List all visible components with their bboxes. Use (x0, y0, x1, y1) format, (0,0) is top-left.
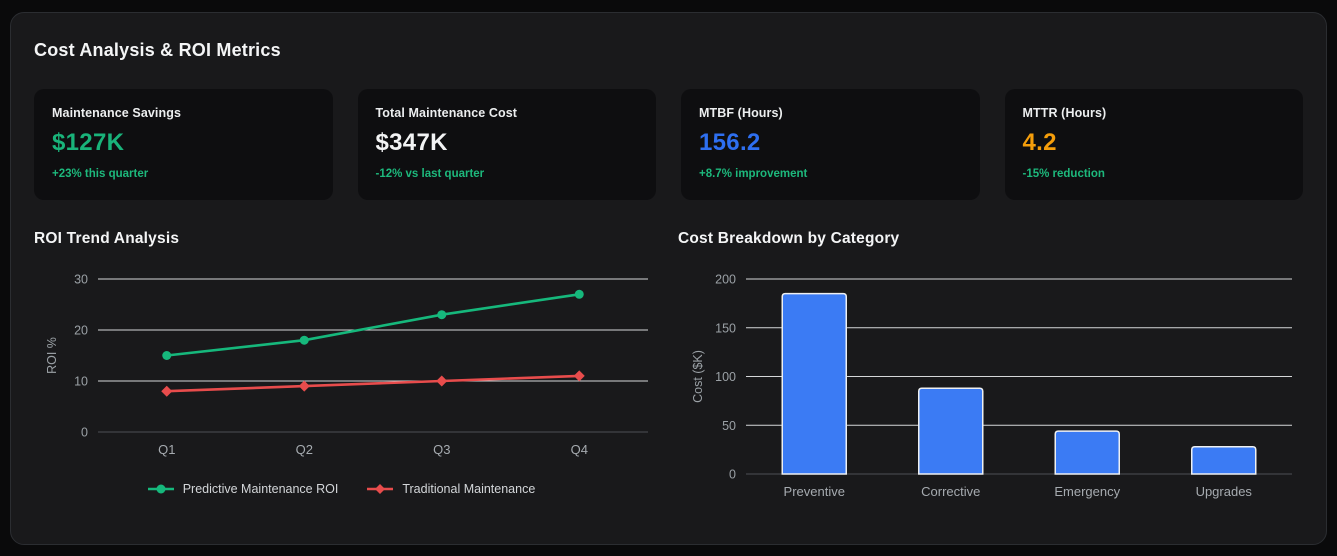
series-line (165, 292, 581, 357)
metric-label: MTTR (Hours) (1022, 106, 1107, 120)
charts-row: ROI Trend Analysis 30 20 10 0 ROI % Q1 Q2 Q3 Q4 … (34, 230, 1303, 507)
data-point (162, 351, 172, 360)
x-tick-label: Corrective (921, 484, 980, 499)
bar-preventive (781, 292, 847, 475)
x-tick-label: Q4 (571, 442, 588, 457)
metric-card-mttr: MTTR (Hours) 4.2 -15% reduction (1004, 89, 1303, 200)
roi-trend-section: ROI Trend Analysis 30 20 10 0 ROI % Q1 Q2 Q3 Q4 … (34, 230, 648, 507)
chart-title-cost-breakdown: Cost Breakdown by Category (678, 230, 900, 247)
data-point (574, 289, 584, 299)
y-tick-label: 10 (74, 375, 88, 389)
x-tick-label: Q2 (296, 442, 313, 457)
metric-label: Maintenance Savings (52, 106, 182, 120)
bar-corrective (918, 387, 984, 475)
x-tick-label: Preventive (784, 484, 845, 499)
metric-label: Total Maintenance Cost (375, 106, 518, 120)
y-axis-label: Cost ($K) (691, 350, 705, 403)
circle-series-icon (147, 483, 175, 495)
y-tick-label: 200 (715, 273, 736, 287)
cost-breakdown-bar-chart: 200 150 100 50 0 Cost ($K) Preventive Correctiv… (691, 273, 1292, 499)
metric-value: 156.2 (699, 129, 761, 156)
y-tick-label: 150 (715, 321, 736, 335)
bar-upgrades (1191, 445, 1257, 475)
y-tick-label: 100 (715, 370, 736, 384)
legend-label: Traditional Maintenance (402, 482, 536, 496)
legend-label: Predictive Maintenance ROI (182, 482, 339, 496)
metric-value: $127K (52, 129, 125, 156)
metric-subtext: +8.7% improvement (699, 168, 808, 180)
page-title: Cost Analysis & ROI Metrics (34, 40, 281, 60)
metric-cards-row: Maintenance Savings $127K +23% this quar… (34, 89, 1303, 200)
x-tick-label: Q1 (158, 442, 175, 457)
data-point (156, 484, 166, 494)
metric-card-maintenance-savings: Maintenance Savings $127K +23% this quar… (34, 89, 333, 200)
x-tick-label: Q3 (433, 442, 450, 457)
chart-title-roi-trend: ROI Trend Analysis (34, 230, 180, 247)
data-point (375, 484, 386, 494)
data-point (161, 385, 173, 397)
metric-card-total-maintenance-cost: Total Maintenance Cost $347K -12% vs las… (357, 89, 656, 200)
roi-trend-line-chart: 30 20 10 0 ROI % Q1 Q2 Q3 Q4 (45, 273, 648, 457)
x-tick-label: Upgrades (1196, 484, 1253, 499)
metric-subtext: -12% vs last quarter (375, 168, 485, 180)
data-point (298, 380, 310, 392)
y-tick-label: 0 (729, 468, 736, 482)
y-axis-label: ROI % (45, 337, 59, 374)
y-tick-label: 30 (74, 273, 88, 287)
legend-item[interactable]: Traditional Maintenance (366, 482, 535, 496)
data-point (436, 375, 448, 387)
data-point (299, 335, 309, 345)
metric-value: $347K (375, 129, 448, 156)
dashboard-panel: Cost Analysis & ROI Metrics Maintenance … (10, 12, 1327, 545)
y-tick-label: 20 (74, 324, 88, 338)
diamond-series-icon (366, 483, 394, 495)
series-line (165, 374, 581, 393)
data-point (573, 370, 585, 382)
data-point (437, 310, 447, 320)
chart-legend: Predictive Maintenance ROI Traditional Ma… (34, 482, 648, 496)
metric-subtext: +23% this quarter (52, 168, 149, 180)
metric-subtext: -15% reduction (1022, 168, 1105, 180)
metric-value: 4.2 (1022, 129, 1057, 156)
x-tick-label: Emergency (1054, 484, 1120, 499)
bar-emergency (1054, 430, 1120, 475)
metric-card-mtbf: MTBF (Hours) 156.2 +8.7% improvement (681, 89, 980, 200)
legend-item[interactable]: Predictive Maintenance ROI (147, 482, 339, 496)
cost-breakdown-section: Cost Breakdown by Category 200 150 100 50 0 C… (678, 230, 1302, 507)
y-tick-label: 0 (81, 426, 88, 440)
y-tick-label: 50 (722, 419, 736, 433)
metric-label: MTBF (Hours) (699, 106, 783, 120)
